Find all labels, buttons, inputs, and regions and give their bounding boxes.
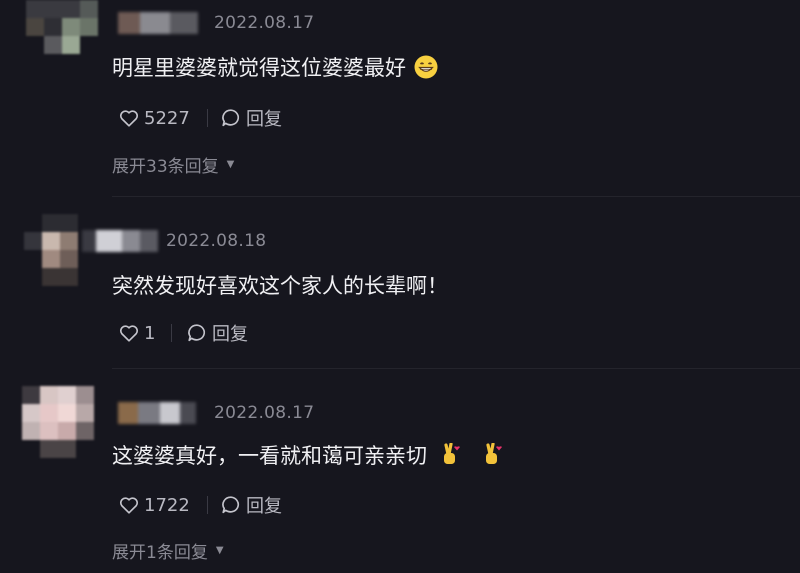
heart-icon [119, 325, 139, 342]
comment-actions: 1722 回复 [118, 492, 418, 518]
grinning-face-emoji-icon [413, 54, 439, 85]
comment-text-content: 明星里婆婆就觉得这位婆婆最好 [112, 56, 406, 80]
heart-icon [119, 497, 139, 514]
reply-label: 回复 [246, 496, 282, 517]
username[interactable] [118, 12, 198, 34]
username[interactable] [82, 230, 158, 252]
like-count: 1 [144, 322, 156, 344]
comment-item: 2022.08.17 这婆婆真好，一看就和蔼可亲亲切 1722 回复 展开1条回… [0, 372, 800, 573]
comment-actions: 1 回复 [118, 320, 318, 346]
comment-bubble-icon [222, 496, 240, 514]
like-button[interactable]: 5227 [118, 105, 190, 131]
comment-text-content: 这婆婆真好，一看就和蔼可亲亲切 [112, 444, 427, 468]
divider [112, 196, 800, 197]
like-count: 1722 [144, 494, 190, 516]
avatar[interactable] [22, 386, 100, 458]
comment-actions: 5227 回复 [118, 105, 418, 131]
reply-label: 回复 [246, 109, 282, 130]
expand-replies-button[interactable]: 展开33条回复 ▼ [112, 152, 234, 177]
chevron-down-icon: ▼ [215, 545, 224, 556]
reply-button[interactable]: 回复 [220, 492, 282, 518]
comment-date: 2022.08.18 [166, 231, 267, 251]
reply-button[interactable]: 回复 [220, 105, 282, 131]
comment-bubble-icon [222, 109, 240, 127]
divider [207, 496, 208, 514]
username[interactable] [118, 402, 196, 424]
comment-text: 突然发现好喜欢这个家人的长辈啊！ [112, 274, 448, 298]
chevron-down-icon: ▼ [226, 159, 235, 170]
divider [112, 368, 800, 369]
comment-item: 2022.08.17 明星里婆婆就觉得这位婆婆最好 5227 回复 展开33条回… [0, 0, 800, 190]
avatar[interactable] [26, 0, 98, 72]
reply-label: 回复 [212, 324, 248, 345]
expand-replies-label: 展开1条回复 [112, 543, 208, 563]
divider [207, 109, 208, 127]
comment-date: 2022.08.17 [214, 403, 315, 423]
like-count: 5227 [144, 107, 190, 129]
divider [171, 324, 172, 342]
comment-text: 明星里婆婆就觉得这位婆婆最好 [112, 52, 439, 85]
crossed-fingers-heart-emoji-icon [440, 441, 460, 472]
like-button[interactable]: 1722 [118, 492, 190, 518]
comment-bubble-icon [188, 324, 206, 342]
like-button[interactable]: 1 [118, 320, 155, 346]
heart-icon [119, 110, 139, 127]
expand-replies-button[interactable]: 展开1条回复 ▼ [112, 538, 224, 563]
comment-date: 2022.08.17 [214, 13, 315, 33]
comment-item: 2022.08.18 突然发现好喜欢这个家人的长辈啊！ 1 回复 [0, 200, 800, 360]
crossed-fingers-heart-emoji-icon [482, 441, 503, 472]
comment-text: 这婆婆真好，一看就和蔼可亲亲切 [112, 440, 503, 472]
reply-button[interactable]: 回复 [186, 320, 248, 346]
expand-replies-label: 展开33条回复 [112, 157, 219, 177]
